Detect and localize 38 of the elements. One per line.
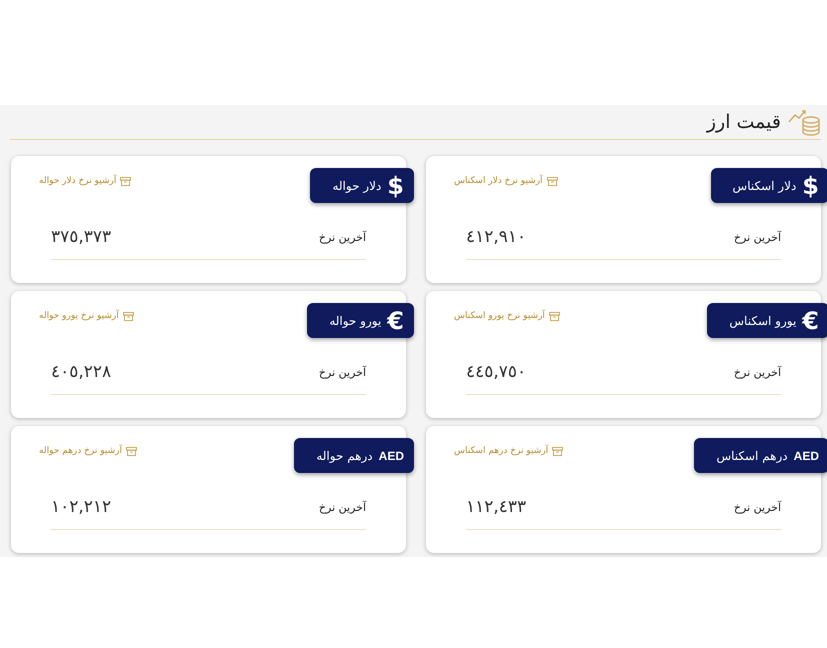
currency-name: درهم اسکناس [716,448,788,462]
archive-link[interactable]: آرشیو نرخ دلار حواله [39,176,132,186]
currency-symbol: $ [802,172,819,200]
currency-symbol: $ [387,172,404,200]
archive-link[interactable]: آرشیو نرخ دلار اسکناس [454,176,558,186]
archive-link[interactable]: آرشیو نرخ یورو اسکناس [454,311,560,321]
currency-symbol: € [387,306,404,334]
rate-value: ٤٤٥,٧٥٠ [466,362,526,382]
currency-name: درهم حواله [316,448,373,462]
archive-link[interactable]: آرشیو نرخ درهم اسکناس [454,446,564,456]
archive-icon [546,176,558,186]
rate-label: آخرین نرخ [734,366,781,378]
archive-link[interactable]: آرشیو نرخ یورو حواله [39,311,134,321]
rate-value: ٤٠٥,٢٢٨ [51,362,112,382]
rate-value: ٤١٢,٩١٠ [466,227,526,247]
rate-label: آخرین نرخ [318,500,366,514]
currency-name: یورو اسکناس [729,314,796,328]
rate-label: آخرین نرخ [318,230,366,244]
currency-symbol: € [802,306,819,334]
currency-name: دلار حواله [332,178,382,192]
archive-link[interactable]: آرشیو نرخ درهم حواله [39,446,137,456]
rate-value: ١٠٢,٢١٢ [51,497,112,517]
currency-code: AED [794,448,819,462]
rate-label: آخرین نرخ [734,500,781,514]
rate-label: آخرین نرخ [318,366,366,378]
archive-icon [552,446,564,456]
currency-code: AED [378,448,404,462]
coins-chart-icon [787,108,821,136]
rate-value: ٣٧٥,٣٧٣ [51,227,112,247]
archive-icon [120,176,132,186]
rate-value: ١١٢,٤٣٣ [466,497,526,517]
archive-icon [548,312,560,320]
currency-name: یورو حواله [329,314,382,328]
section-title: قیمت ارز [706,111,781,133]
archive-icon [122,312,134,320]
currency-name: دلار اسکناس [732,178,796,192]
rate-label: آخرین نرخ [734,230,781,244]
archive-icon [126,446,137,456]
